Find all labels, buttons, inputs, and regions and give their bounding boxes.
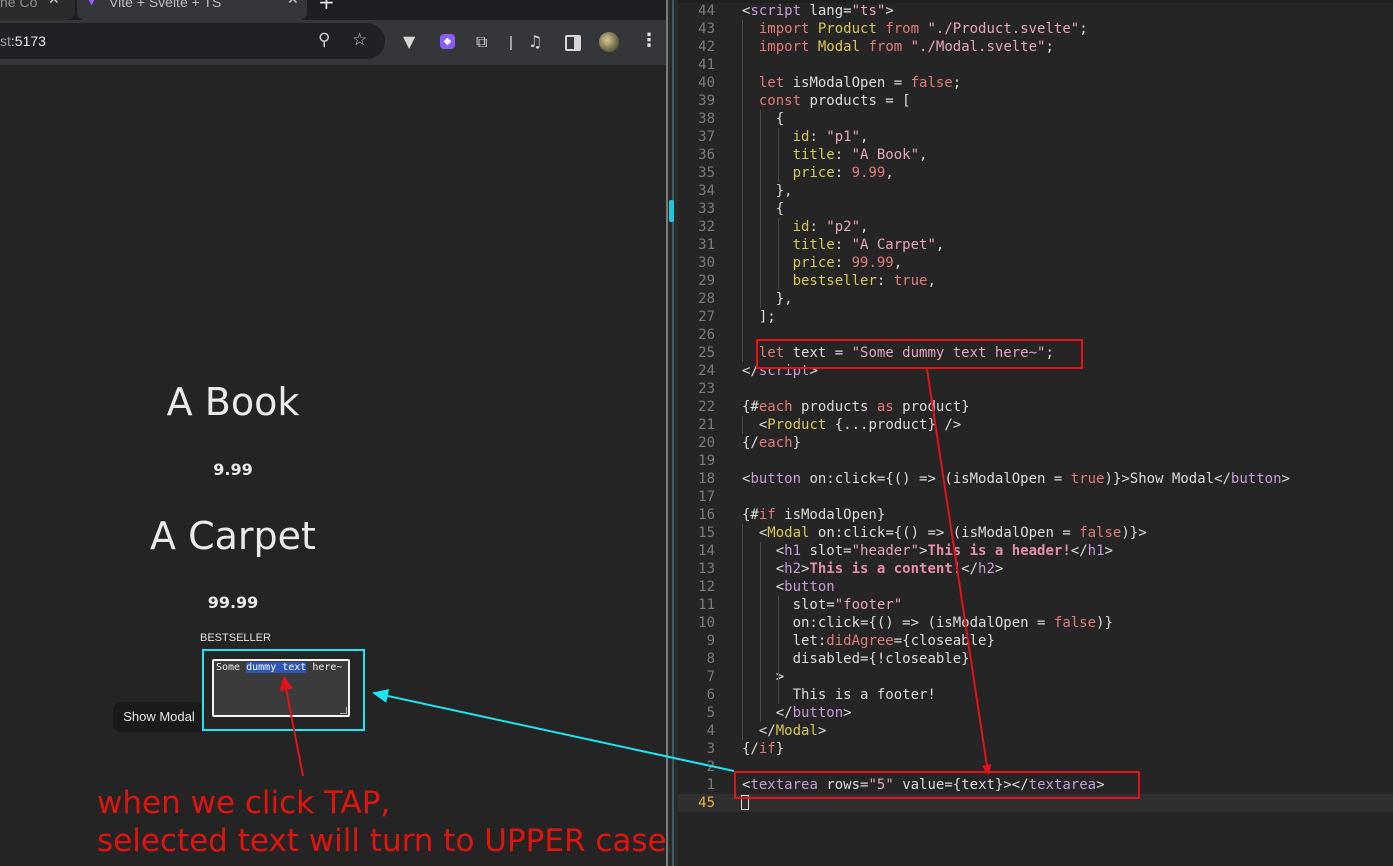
menu-icon[interactable]: ⋮ [640,31,658,51]
annotation-text: when we click TAP, selected text will tu… [97,785,667,859]
avatar[interactable] [599,32,619,52]
code-line: 29 bestseller: true, [698,273,936,289]
highlight-box [756,339,1083,369]
product-price: 99.99 [207,593,259,612]
code-line: 43 import Product from "./Product.svelte… [698,21,1088,37]
code-line: 17 [698,489,715,505]
bestseller-badge: BESTSELLER [200,632,271,644]
vue-devtools-icon[interactable]: ▼ [403,32,415,52]
sidepanel-icon[interactable] [565,35,581,51]
code-line: 4 </Modal> [706,723,827,739]
tab-active[interactable]: ▼ Vite + Svelte + TS ✕ [77,0,307,20]
divider-line [666,0,668,866]
code-line: 27 ]; [698,309,776,325]
indent-guide [742,20,743,362]
tab-strip: he Co ✕ ▼ Vite + Svelte + TS ✕ + [0,0,666,20]
vite-logo-icon: ▼ [87,0,97,7]
tab-title: he Co [0,0,38,10]
toolbar-divider [510,36,512,50]
code-line: 37 id: "p1", [698,129,869,145]
code-line: 6 This is a footer! [706,687,936,703]
code-line: 32 id: "p2", [698,219,869,235]
star-icon[interactable]: ☆ [352,30,367,50]
code-line: 30 price: 99.99, [698,255,903,271]
divider-line [672,0,674,866]
product-title: A Carpet [150,514,316,558]
code-line: 34 }, [698,183,793,199]
browser-toolbar: st:5173 ⚲ ☆ ▼ ◆ ⧉ ♫ ⋮ [0,20,666,65]
code-line: 9 let:didAgree={closeable} [706,633,995,649]
new-tab-button[interactable]: + [318,0,335,12]
code-line: 5 </button> [706,705,852,721]
code-line: 7 > [706,669,785,685]
code-line: 33 { [698,201,785,217]
zoom-icon[interactable]: ⚲ [318,30,330,50]
code-line: 8 disabled={!closeable} [706,651,970,667]
indent-guide [778,128,779,182]
code-line: 39 const products = [ [698,93,911,109]
close-icon[interactable]: ✕ [287,0,299,7]
code-line: 12 <button [698,579,835,595]
code-line: 18 <button on:click={() => (isModalOpen =… [698,471,1290,487]
code-line: 11 slot="footer" [698,597,903,613]
code-line: 16 {#if isModalOpen} [698,507,886,523]
code-line: 20 {/each} [698,435,802,451]
indent-guide [742,416,743,434]
code-line: 31 title: "A Carpet", [698,237,945,253]
code-line: 36 title: "A Book", [698,147,928,163]
indent-guide [760,110,761,308]
code-line: 13 <h2>This is a content!</h2> [698,561,1004,577]
code-line: 15 <Modal on:click={() => (isModalOpen =… [698,525,1147,541]
code-line: 22 {#each products as product} [698,399,970,415]
tab-background[interactable]: he Co ✕ [0,0,75,20]
indent-guide [778,218,779,290]
product-title: A Book [166,380,300,424]
browser-window: he Co ✕ ▼ Vite + Svelte + TS ✕ + st:5173… [0,0,666,866]
indent-guide [778,596,779,704]
puzzle-icon[interactable]: ⧉ [476,32,487,52]
indent-guide [742,524,743,740]
url-text[interactable]: st:5173 [0,33,46,49]
code-line: 44 <script lang="ts"> [698,3,894,19]
code-line: 19 [698,453,715,469]
code-line: 35 price: 9.99, [698,165,894,181]
code-line: 3 {/if} [706,741,785,757]
code-line: 42 import Modal from "./Modal.svelte"; [698,39,1054,55]
address-bar[interactable]: st:5173 ⚲ ☆ [0,23,385,59]
divider-handle[interactable] [669,200,674,222]
show-modal-button[interactable]: Show Modal [113,702,205,732]
code-editor[interactable]: 44 <script lang="ts"> 43 import Product f… [678,0,1393,866]
tab-title: Vite + Svelte + TS [109,0,222,10]
code-line: 40 let isModalOpen = false; [698,75,962,91]
highlight-box [734,771,1140,799]
indent-guide [760,542,761,722]
media-icon[interactable]: ♫ [528,32,542,52]
code-line: 10 on:click={() => (isModalOpen = false)… [698,615,1113,631]
code-line: 38 { [698,111,785,127]
extension-icon[interactable]: ◆ [440,34,455,49]
code-line: 14 <h1 slot="header">This is a header!</… [698,543,1113,559]
highlight-box [202,649,365,731]
page-viewport: A Book 9.99 A Carpet 99.99 BESTSELLER Sh… [0,65,666,866]
code-line: 23 [698,381,715,397]
code-line: 21 <Product {...product} /> [698,417,962,433]
product-price: 9.99 [213,460,253,479]
code-line: 28 }, [698,291,793,307]
code-line: 41 [698,57,715,73]
close-icon[interactable]: ✕ [48,0,60,7]
